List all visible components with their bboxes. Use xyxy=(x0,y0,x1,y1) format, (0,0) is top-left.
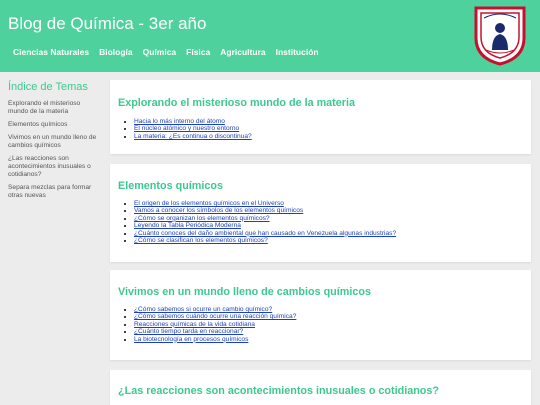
section-link[interactable]: ¿Cuánto conoces del daño ambiental que h… xyxy=(134,230,396,237)
section-title: ¿Las reacciones son acontecimientos inus… xyxy=(118,385,439,397)
list-item: ¿Cuánto conoces del daño ambiental que h… xyxy=(134,230,396,237)
list-item: ¿Cómo se organizan los elementos químico… xyxy=(134,215,396,222)
sidebar-item-materia[interactable]: Explorando el misterioso mundo de la mat… xyxy=(8,100,98,116)
section-link[interactable]: La biotecnología en procesos químicos xyxy=(134,336,248,343)
sidebar: Índice de Temas Explorando el misterioso… xyxy=(0,72,102,405)
section-card: Elementos químicos El origen de los elem… xyxy=(110,164,531,262)
section-link-list: El origen de los elementos químicos en e… xyxy=(126,200,396,244)
list-item: ¿Cómo se clasifican los elementos químic… xyxy=(134,237,396,244)
section-card: Vivimos en un mundo lleno de cambios quí… xyxy=(110,270,531,360)
main-content: Explorando el misterioso mundo de la mat… xyxy=(102,72,540,405)
sidebar-item-reacciones[interactable]: ¿Las reacciones son acontecimientos inus… xyxy=(8,155,98,179)
nav-institucion[interactable]: Institución xyxy=(276,47,319,57)
section-link[interactable]: Leyendo la Tabla Periódica Moderna xyxy=(134,222,241,229)
list-item: ¿Cómo sabemos si ocurre un cambio químic… xyxy=(134,306,296,313)
list-item: Hacia lo más interno del átomo xyxy=(134,118,252,125)
list-item: El origen de los elementos químicos en e… xyxy=(134,200,396,207)
section-link[interactable]: Hacia lo más interno del átomo xyxy=(134,118,225,125)
main-nav: Ciencias Naturales Biología Química Físi… xyxy=(13,47,329,57)
list-item: El núcleo atómico y nuestro entorno xyxy=(134,125,252,132)
list-item: ¿Cuánto tiempo tarda en reaccionar? xyxy=(134,328,296,335)
list-item: Reacciones químicas de la vida cotidiana xyxy=(134,321,296,328)
list-item: La biotecnología en procesos químicos xyxy=(134,336,296,343)
section-title: Elementos químicos xyxy=(118,180,223,192)
section-link-list: Hacia lo más interno del átomo El núcleo… xyxy=(126,118,252,140)
sidebar-item-mezclas[interactable]: Separa mezclas para formar otras nuevas xyxy=(8,184,98,200)
sidebar-item-elementos[interactable]: Elementos químicos xyxy=(8,121,98,129)
school-crest-icon xyxy=(474,6,526,66)
list-item: La materia: ¿Es continua o discontinua? xyxy=(134,133,252,140)
section-link[interactable]: El núcleo atómico y nuestro entorno xyxy=(134,125,239,132)
section-link[interactable]: La materia: ¿Es continua o discontinua? xyxy=(134,133,252,140)
nav-biologia[interactable]: Biología xyxy=(99,47,133,57)
section-link[interactable]: ¿Cómo sabemos cuándo ocurre una reacción… xyxy=(134,313,296,320)
list-item: Vamos a conocer los símbolos de los elem… xyxy=(134,207,396,214)
site-title[interactable]: Blog de Química - 3er año xyxy=(8,14,206,34)
section-link[interactable]: ¿Cómo se clasifican los elementos químic… xyxy=(134,237,268,244)
sidebar-item-cambios[interactable]: Vivimos en un mundo lleno de cambios quí… xyxy=(8,134,98,150)
nav-ciencias-naturales[interactable]: Ciencias Naturales xyxy=(13,47,89,57)
list-item: ¿Cómo sabemos cuándo ocurre una reacción… xyxy=(134,313,296,320)
nav-fisica[interactable]: Física xyxy=(186,47,210,57)
section-link[interactable]: Vamos a conocer los símbolos de los elem… xyxy=(134,207,303,214)
section-link[interactable]: ¿Cómo se organizan los elementos químico… xyxy=(134,215,270,222)
section-card: ¿Las reacciones son acontecimientos inus… xyxy=(110,370,531,405)
section-title: Vivimos en un mundo lleno de cambios quí… xyxy=(118,286,371,298)
sidebar-title: Índice de Temas xyxy=(8,81,88,93)
section-card: Explorando el misterioso mundo de la mat… xyxy=(110,80,531,154)
nav-quimica[interactable]: Química xyxy=(143,47,177,57)
sidebar-links: Explorando el misterioso mundo de la mat… xyxy=(8,100,98,205)
section-link[interactable]: ¿Cómo sabemos si ocurre un cambio químic… xyxy=(134,306,272,313)
section-title: Explorando el misterioso mundo de la mat… xyxy=(118,97,355,109)
section-link[interactable]: El origen de los elementos químicos en e… xyxy=(134,200,284,207)
section-link-list: ¿Cómo sabemos si ocurre un cambio químic… xyxy=(126,306,296,343)
site-header: Blog de Química - 3er año Ciencias Natur… xyxy=(0,0,540,72)
section-link[interactable]: Reacciones químicas de la vida cotidiana xyxy=(134,321,255,328)
list-item: Leyendo la Tabla Periódica Moderna xyxy=(134,222,396,229)
section-link[interactable]: ¿Cuánto tiempo tarda en reaccionar? xyxy=(134,328,243,335)
nav-agricultura[interactable]: Agricultura xyxy=(220,47,265,57)
